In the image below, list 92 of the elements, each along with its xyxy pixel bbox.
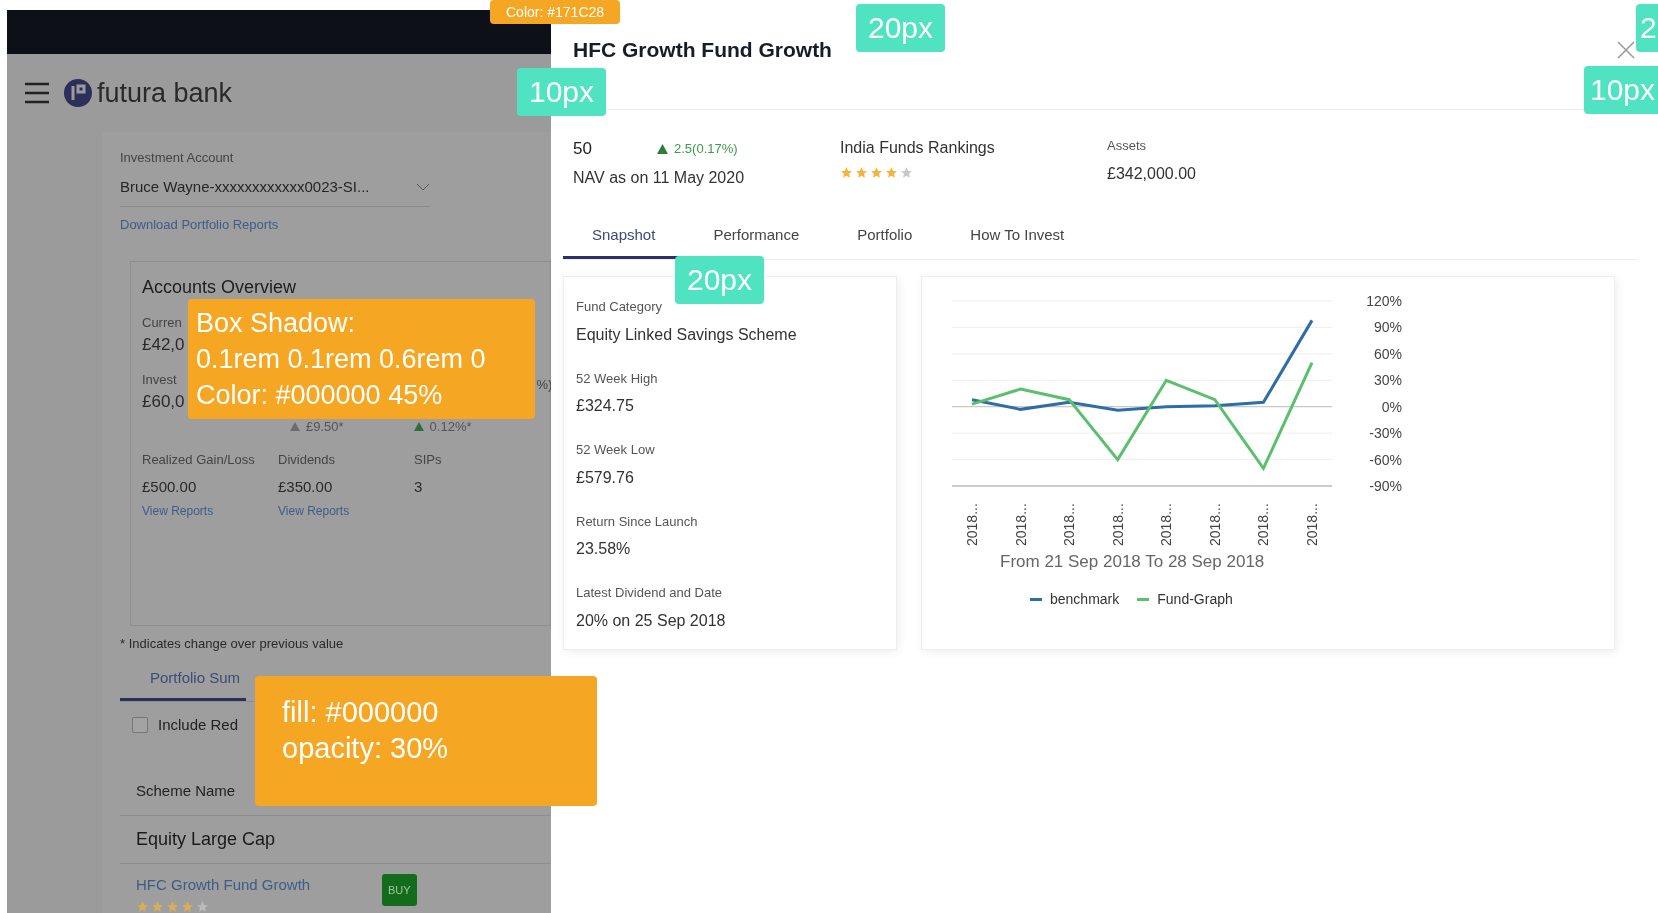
assets-label: Assets — [1107, 137, 1147, 155]
change-value: 0.12%* — [429, 417, 472, 436]
field-label: Investment Account — [120, 149, 235, 167]
measurement-label: 10px — [517, 68, 607, 116]
fund-link[interactable]: HFC Growth Fund Growth — [136, 873, 382, 896]
column-header: Scheme Name — [136, 781, 237, 801]
fact-label: Return Since Launch — [576, 512, 699, 531]
change-value: £9.50* — [306, 417, 344, 436]
star-icon — [151, 900, 164, 913]
fact-value: 23.58% — [576, 539, 632, 559]
star-icon — [196, 900, 209, 913]
stat-value: £350.00 — [278, 476, 334, 497]
stat-value: £42,0 — [142, 334, 185, 356]
axis-label: 0% — [1381, 398, 1402, 415]
star-icon — [840, 166, 853, 179]
stat-value: %) — [536, 375, 553, 394]
stat-label: Invest — [142, 370, 178, 389]
drawer-tab[interactable]: Performance — [684, 223, 829, 259]
account-dropdown[interactable]: Bruce Wayne-xxxxxxxxxxxx0023-SI... — [120, 175, 430, 207]
drawer-title: HFC Growth Fund Growth — [573, 36, 832, 63]
logo-icon — [63, 78, 93, 108]
ranking-label: India Funds Rankings — [840, 138, 996, 158]
fact-label: Latest Dividend and Date — [576, 584, 723, 602]
fact-value: Equity Linked Savings Scheme — [576, 324, 798, 345]
axis-label: 120% — [1366, 293, 1402, 309]
axis-label: 2018... — [1012, 503, 1029, 546]
star-icon — [900, 166, 913, 179]
annotation-callout: fill: #000000 opacity: 30% — [255, 676, 597, 806]
view-reports-link[interactable]: View Reports — [142, 502, 278, 520]
brand-name: futura bank — [97, 76, 233, 110]
star-icon — [166, 900, 179, 913]
legend-label: Fund-Graph — [1157, 589, 1233, 609]
up-triangle-icon — [413, 421, 424, 431]
menu-icon[interactable] — [23, 81, 51, 105]
stat-label: Curren — [142, 313, 183, 332]
chart-caption: From 21 Sep 2018 To 28 Sep 2018 — [1000, 551, 1266, 573]
download-link[interactable]: Download Portfolio Reports — [120, 215, 551, 235]
fact-label: 52 Week Low — [576, 441, 656, 459]
star-icon — [855, 166, 868, 179]
footnote: * Indicates change over previous value — [120, 634, 345, 653]
stat-value: £500.00 — [142, 476, 198, 497]
star-icon — [870, 166, 883, 179]
axis-label: -60% — [1369, 451, 1402, 468]
fact-value: £579.76 — [576, 467, 635, 488]
axis-label: 2018... — [1061, 503, 1078, 546]
fact-label: 52 Week High — [576, 369, 659, 388]
stat-label: Realized Gain/Loss — [142, 451, 256, 469]
axis-label: 60% — [1373, 345, 1402, 362]
star-icon — [885, 166, 898, 179]
measurement-label: 10px — [1584, 66, 1658, 114]
assets-value: £342,000.00 — [1107, 163, 1196, 184]
stat-value: 3 — [414, 476, 424, 497]
chevron-icon — [416, 181, 430, 192]
axis-label: 2018... — [1206, 503, 1223, 546]
star-icon — [136, 900, 149, 913]
stat-value: £60,0 — [142, 391, 185, 413]
drawer-tab[interactable]: How To Invest — [941, 223, 1094, 259]
axis-label: 2018... — [1109, 503, 1126, 546]
checkbox-label: Include Red — [158, 714, 239, 735]
up-triangle-icon — [657, 143, 668, 154]
nav-change: 2.5(0.17%) — [674, 140, 738, 158]
view-reports-link[interactable]: View Reports — [278, 502, 414, 520]
measurement-label: 20px — [675, 256, 765, 304]
annotation-callout: Color: #171C28 — [490, 0, 621, 24]
nav-date: NAV as on 11 May 2020 — [573, 167, 746, 188]
axis-label: -90% — [1369, 478, 1402, 494]
fact-value: 20% on 25 Sep 2018 — [576, 610, 727, 631]
portfolio-tab[interactable]: Portfolio Sum — [120, 667, 247, 701]
measurement-label: 20px — [856, 4, 946, 52]
annotation-callout: Box Shadow: 0.1rem 0.1rem 0.6rem 0 Color: #000000 45% — [188, 299, 535, 419]
nav-value: 50 — [573, 138, 593, 160]
stat-label: Dividends — [278, 451, 337, 469]
axis-label: 2018... — [1304, 503, 1320, 546]
legend-label: benchmark — [1050, 589, 1120, 609]
star-icon — [181, 900, 194, 913]
axis-label: 2018... — [1255, 503, 1272, 546]
axis-label: 30% — [1373, 372, 1402, 389]
axis-label: -30% — [1369, 425, 1402, 442]
axis-label: 90% — [1373, 319, 1402, 336]
card-title: Accounts Overview — [142, 275, 298, 299]
stat-label: SIPs — [414, 451, 443, 469]
close-icon[interactable] — [1616, 39, 1636, 60]
drawer-tab[interactable]: Portfolio — [828, 223, 942, 259]
checkbox[interactable] — [132, 716, 148, 733]
axis-label: 2018... — [964, 503, 980, 546]
measurement-label: 2 — [1636, 4, 1658, 52]
buy-button[interactable]: BUY — [382, 873, 417, 906]
axis-label: 2018... — [1158, 503, 1175, 546]
up-triangle-icon — [290, 421, 300, 431]
fact-label: Fund Category — [576, 298, 663, 316]
scheme-group: Equity Large Cap — [136, 825, 551, 853]
fact-value: £324.75 — [576, 396, 635, 416]
